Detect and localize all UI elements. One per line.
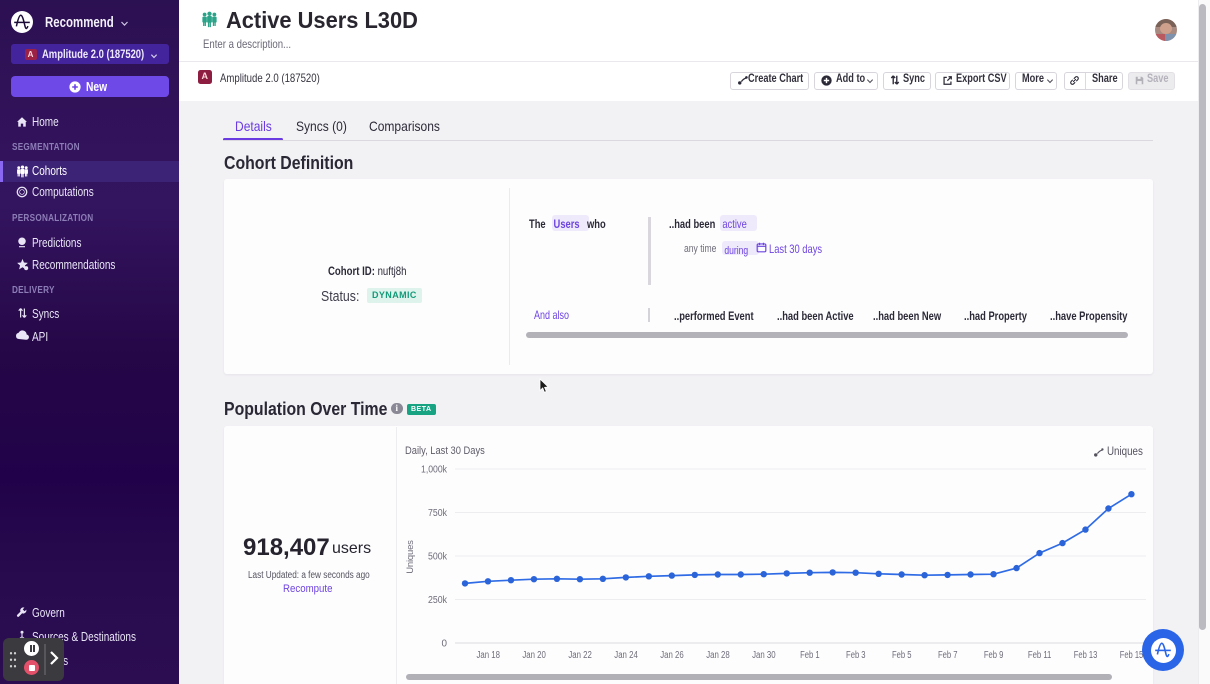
svg-text:1,000k: 1,000k: [421, 465, 448, 476]
svg-text:Feb 7: Feb 7: [938, 650, 958, 661]
svg-text:Jan 18: Jan 18: [476, 650, 500, 661]
svg-text:Feb 5: Feb 5: [892, 650, 912, 661]
svg-text:Feb 15: Feb 15: [1120, 650, 1144, 661]
svg-text:Uniques: Uniques: [405, 540, 416, 574]
svg-text:0: 0: [442, 639, 448, 650]
svg-text:Feb 11: Feb 11: [1028, 650, 1052, 661]
svg-text:750k: 750k: [428, 508, 448, 519]
svg-text:Feb 1: Feb 1: [800, 650, 820, 661]
svg-text:Jan 24: Jan 24: [614, 650, 638, 661]
svg-text:Feb 13: Feb 13: [1074, 650, 1098, 661]
svg-text:Jan 26: Jan 26: [660, 650, 684, 661]
svg-text:250k: 250k: [428, 595, 448, 606]
svg-text:Jan 28: Jan 28: [706, 650, 730, 661]
svg-text:Jan 20: Jan 20: [522, 650, 546, 661]
svg-text:500k: 500k: [428, 552, 448, 563]
svg-text:Jan 22: Jan 22: [568, 650, 592, 661]
svg-text:Feb 9: Feb 9: [984, 650, 1004, 661]
svg-text:Feb 3: Feb 3: [846, 650, 866, 661]
svg-text:Jan 30: Jan 30: [752, 650, 776, 661]
